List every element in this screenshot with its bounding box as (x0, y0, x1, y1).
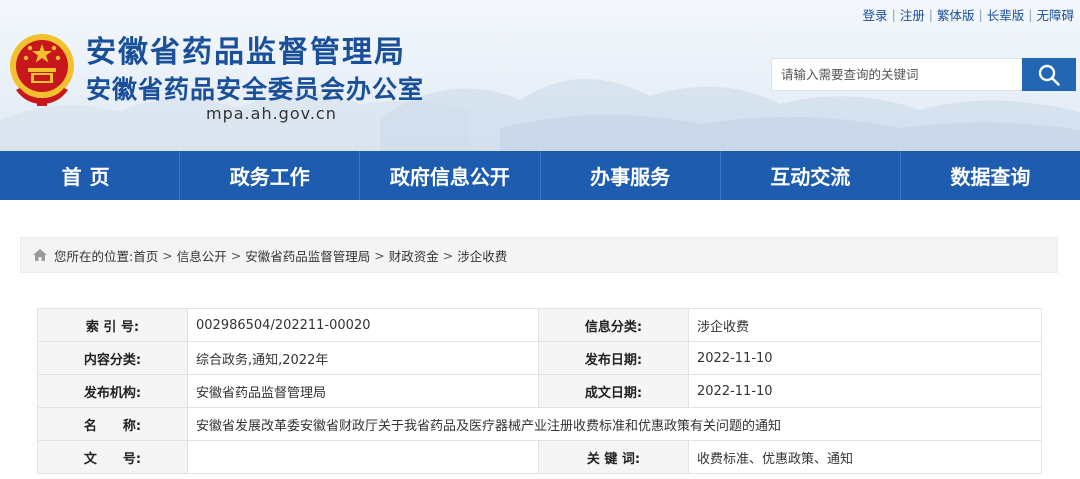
breadcrumb-enterprise-fees[interactable]: 涉企收费 (457, 246, 507, 265)
publish-date-label: 发布日期: (538, 341, 689, 375)
table-row: 索 引 号: 002986504/202211-00020 信息分类: 涉企收费 (37, 308, 1042, 342)
nav-data-query[interactable]: 数据查询 (901, 151, 1080, 200)
elder-mode-link[interactable]: 长辈版 (987, 5, 1025, 24)
publish-date-value: 2022-11-10 (688, 341, 1042, 375)
nav-government-affairs[interactable]: 政务工作 (180, 151, 361, 200)
login-link[interactable]: 登录 (863, 5, 888, 24)
table-row: 内容分类: 综合政务,通知,2022年 发布日期: 2022-11-10 (37, 341, 1042, 375)
breadcrumb-separator: > (162, 247, 173, 263)
accessibility-link[interactable]: 无障碍 (1036, 5, 1074, 24)
keywords-value: 收费标准、优惠政策、通知 (688, 440, 1042, 474)
content-category-label: 内容分类: (37, 341, 188, 375)
top-links: 登录 | 注册 | 繁体版 | 长辈版 | 无障碍 (863, 5, 1074, 24)
link-separator: | (928, 7, 934, 22)
category-value: 涉企收费 (688, 308, 1042, 342)
traditional-chinese-link[interactable]: 繁体版 (937, 5, 975, 24)
link-separator: | (891, 7, 896, 22)
breadcrumb-bureau[interactable]: 安徽省药品监督管理局 (245, 246, 370, 265)
link-separator: | (978, 7, 983, 22)
document-date-label: 成文日期: (538, 374, 689, 408)
breadcrumb-separator: > (374, 247, 385, 263)
table-row: 发布机构: 安徽省药品监督管理局 成文日期: 2022-11-10 (37, 374, 1042, 408)
nav-home[interactable]: 首页 (0, 151, 181, 200)
publisher-label: 发布机构: (37, 374, 188, 408)
main-nav: 首页 政务工作 政府信息公开 办事服务 互动交流 数据查询 (0, 151, 1080, 200)
keywords-label: 关 键 词: (538, 440, 689, 474)
nav-services[interactable]: 办事服务 (541, 151, 721, 200)
search-icon (1038, 64, 1060, 86)
index-label: 索 引 号: (37, 308, 188, 342)
content-category-value: 综合政务,通知,2022年 (187, 341, 539, 375)
nav-interaction[interactable]: 互动交流 (721, 151, 901, 200)
search-button[interactable] (1022, 58, 1076, 91)
table-row: 名 称: 安徽省发展改革委安徽省财政厅关于我省药品及医疗器械产业注册收费标准和优… (37, 407, 1042, 441)
table-row: 文 号: 关 键 词: 收费标准、优惠政策、通知 (37, 440, 1042, 474)
breadcrumb-info-disclosure[interactable]: 信息公开 (177, 246, 227, 265)
index-value: 002986504/202211-00020 (187, 308, 539, 342)
site-header: 安徽省药品监督管理局 安徽省药品安全委员会办公室 mpa.ah.gov.cn 登… (0, 0, 1080, 151)
document-number-label: 文 号: (37, 440, 188, 474)
name-value: 安徽省发展改革委安徽省财政厅关于我省药品及医疗器械产业注册收费标准和优惠政策有关… (187, 407, 1042, 441)
search-box (771, 58, 1076, 91)
national-emblem-icon (10, 34, 74, 106)
register-link[interactable]: 注册 (900, 5, 925, 24)
category-label: 信息分类: (538, 308, 689, 342)
nav-information-disclosure[interactable]: 政府信息公开 (360, 151, 541, 200)
breadcrumb-finance[interactable]: 财政资金 (389, 246, 439, 265)
breadcrumb-prefix: 您所在的位置: (54, 248, 134, 264)
search-input[interactable] (771, 58, 1022, 91)
document-info-table: 索 引 号: 002986504/202211-00020 信息分类: 涉企收费… (37, 308, 1042, 474)
site-domain: mpa.ah.gov.cn (206, 104, 337, 123)
publisher-value: 安徽省药品监督管理局 (187, 374, 539, 408)
breadcrumb-separator: > (442, 247, 454, 263)
breadcrumb-separator: > (230, 247, 242, 263)
site-title: 安徽省药品监督管理局 (86, 35, 406, 70)
breadcrumb-home[interactable]: 首页 (133, 246, 158, 265)
link-separator: | (1028, 7, 1033, 22)
document-number-value (187, 440, 539, 474)
document-date-value: 2022-11-10 (688, 374, 1042, 408)
site-subtitle: 安徽省药品安全委员会办公室 (86, 75, 425, 104)
name-label: 名 称: (37, 407, 188, 441)
home-icon (33, 249, 47, 261)
breadcrumb: 您所在的位置: 首页 > 信息公开 > 安徽省药品监督管理局 > 财政资金 > … (20, 237, 1058, 273)
